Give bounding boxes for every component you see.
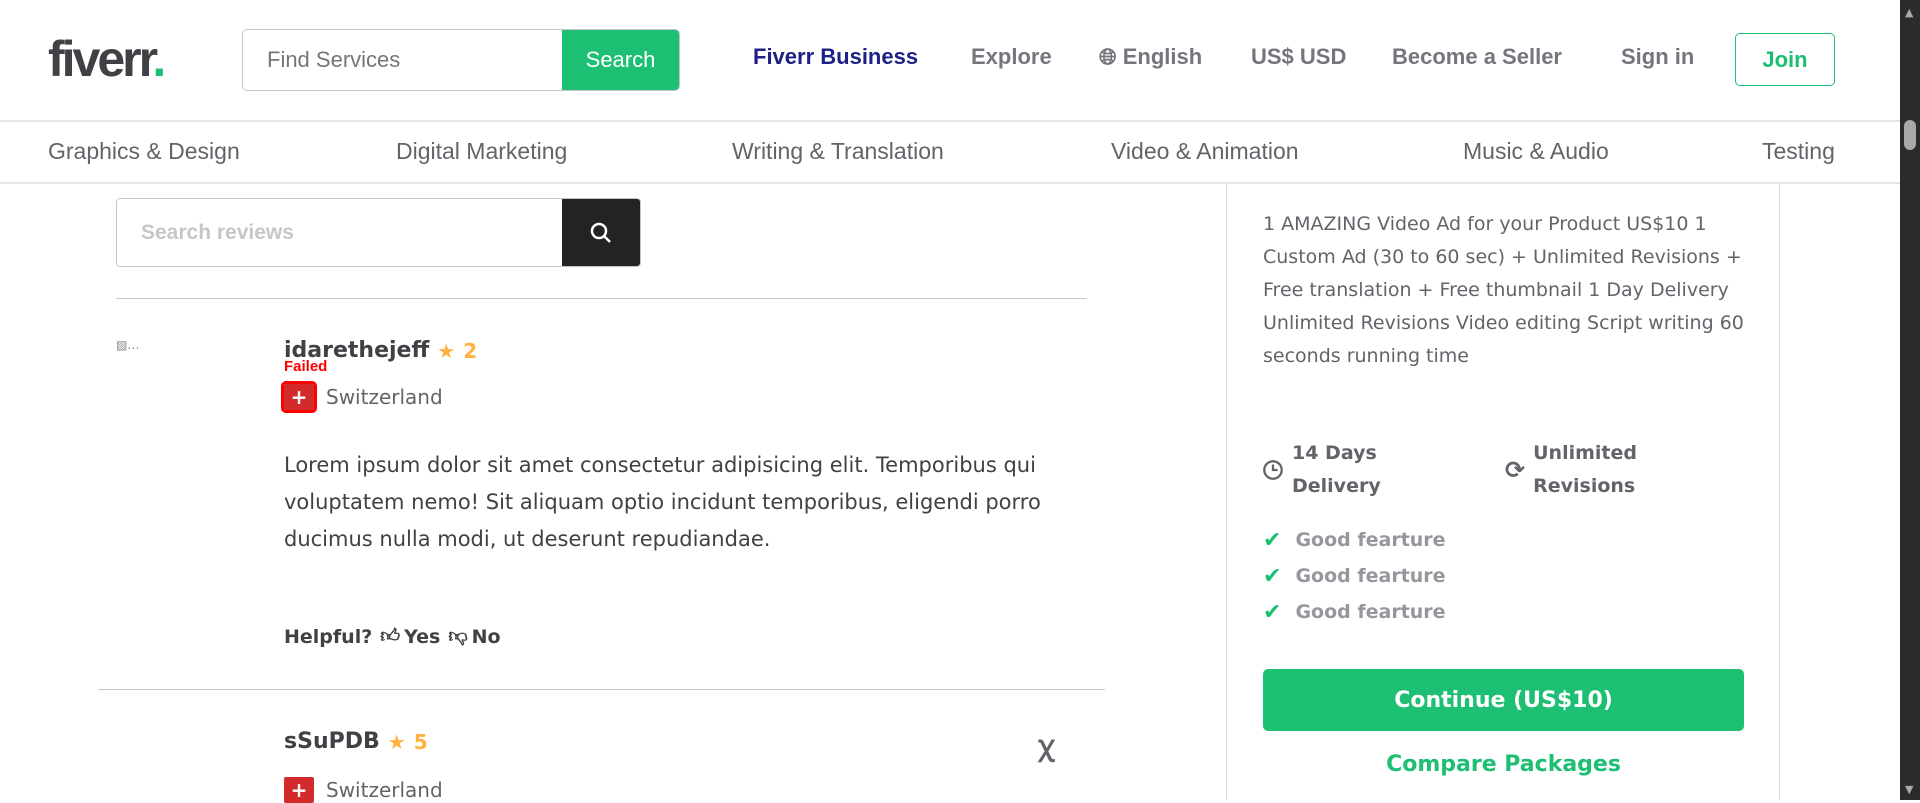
- search-reviews-input[interactable]: [117, 199, 562, 266]
- sign-in-link[interactable]: Sign in: [1621, 44, 1694, 70]
- continue-button[interactable]: Continue (US$10): [1263, 669, 1744, 731]
- review-text: Lorem ipsum dolor sit amet consectetur a…: [284, 453, 1041, 551]
- review-header: sSuPDB ★ 5: [284, 729, 428, 754]
- service-search: Search: [242, 29, 680, 91]
- category-writing-translation[interactable]: Writing & Translation: [732, 138, 944, 165]
- check-icon: ✔: [1263, 527, 1282, 553]
- compare-packages-link[interactable]: Compare Packages: [1263, 752, 1744, 777]
- scroll-up-arrow-icon[interactable]: ▲: [1905, 6, 1913, 19]
- divider: [116, 298, 1087, 299]
- country-name: Switzerland: [326, 385, 443, 409]
- find-services-input[interactable]: [243, 30, 562, 90]
- helpful-row: Helpful? 👍︎ Yes 👎︎ No: [284, 625, 501, 648]
- feature-item: ✔ Good fearture: [1263, 598, 1446, 626]
- delivery-time: 14 Days Delivery: [1262, 437, 1462, 503]
- scrollbar-thumb[interactable]: [1904, 120, 1916, 150]
- reviewer-username[interactable]: sSuPDB: [284, 729, 380, 754]
- revisions: ⟳ Unlimited Revisions: [1505, 437, 1705, 503]
- feature-item: ✔ Good fearture: [1263, 526, 1446, 554]
- category-testing[interactable]: Testing: [1762, 138, 1835, 165]
- panel-border-right: [1779, 184, 1780, 800]
- refresh-icon: ⟳: [1505, 456, 1526, 484]
- revisions-label: Unlimited Revisions: [1533, 442, 1637, 497]
- category-divider: [0, 182, 1900, 184]
- clock-icon: [1263, 460, 1283, 480]
- country-name: Switzerland: [326, 778, 443, 802]
- divider: [98, 689, 1105, 690]
- panel-border-left: [1226, 184, 1227, 800]
- check-icon: ✔: [1263, 599, 1282, 625]
- become-seller-link[interactable]: Become a Seller: [1392, 44, 1562, 70]
- language-label: English: [1122, 44, 1203, 69]
- search-button[interactable]: Search: [562, 30, 679, 90]
- scroll-down-arrow-icon[interactable]: ▼: [1905, 783, 1913, 796]
- logo-dot: .: [152, 31, 166, 87]
- feature-label: Good fearture: [1295, 529, 1446, 551]
- reviewer-country: + Switzerland: [284, 777, 443, 803]
- join-button[interactable]: Join: [1735, 33, 1835, 86]
- currency-link[interactable]: US$ USD: [1251, 44, 1346, 70]
- helpful-no-button[interactable]: 👎︎ No: [448, 625, 500, 648]
- feature-list: ✔ Good fearture ✔ Good fearture ✔ Good fear…: [1263, 526, 1446, 626]
- feature-label: Good fearture: [1295, 565, 1446, 587]
- explore-link[interactable]: Explore: [971, 44, 1052, 70]
- package-description: 1 AMAZING Video Ad for your Product US$1…: [1263, 213, 1744, 367]
- search-icon: [590, 222, 611, 243]
- category-graphics-design[interactable]: Graphics & Design: [48, 138, 240, 165]
- language-link[interactable]: 🌐︎ English: [1099, 44, 1202, 70]
- switzerland-flag-icon: +: [281, 381, 317, 413]
- globe-icon: 🌐︎: [1099, 44, 1117, 69]
- rating-value: 5: [413, 729, 428, 754]
- helpful-label: Helpful?: [284, 625, 373, 648]
- feature-label: Good fearture: [1295, 601, 1446, 623]
- review-search: [116, 198, 641, 267]
- search-reviews-button[interactable]: [562, 199, 640, 266]
- switzerland-flag-icon: +: [284, 777, 314, 803]
- rating-value: 2: [463, 338, 478, 363]
- fiverr-logo[interactable]: fiverr.: [48, 30, 166, 88]
- no-label: No: [471, 625, 501, 648]
- fiverr-business-link[interactable]: Fiverr Business: [753, 44, 918, 70]
- thumbs-down-icon: 👎︎: [448, 625, 468, 647]
- yes-label: Yes: [404, 625, 441, 648]
- scrollbar[interactable]: ▲ ▼: [1900, 0, 1920, 800]
- thumbs-up-icon: 👍︎: [380, 625, 401, 647]
- star-icon: ★: [437, 338, 456, 363]
- reviewer-country: + Switzerland: [281, 381, 443, 413]
- category-digital-marketing[interactable]: Digital Marketing: [396, 138, 567, 165]
- helpful-yes-button[interactable]: 👍︎ Yes: [380, 625, 440, 648]
- check-icon: ✔: [1263, 563, 1282, 589]
- xing-icon[interactable]: ꭓ: [1038, 726, 1053, 764]
- header-divider: [0, 120, 1900, 122]
- avatar-broken-image: ▨…: [116, 338, 140, 352]
- category-video-animation[interactable]: Video & Animation: [1111, 138, 1299, 165]
- category-music-audio[interactable]: Music & Audio: [1463, 138, 1609, 165]
- feature-item: ✔ Good fearture: [1263, 562, 1446, 590]
- flag-failed-label: Failed: [284, 358, 328, 375]
- star-icon: ★: [387, 729, 406, 754]
- logo-text: fiverr: [48, 31, 155, 87]
- delivery-label: 14 Days Delivery: [1292, 442, 1381, 497]
